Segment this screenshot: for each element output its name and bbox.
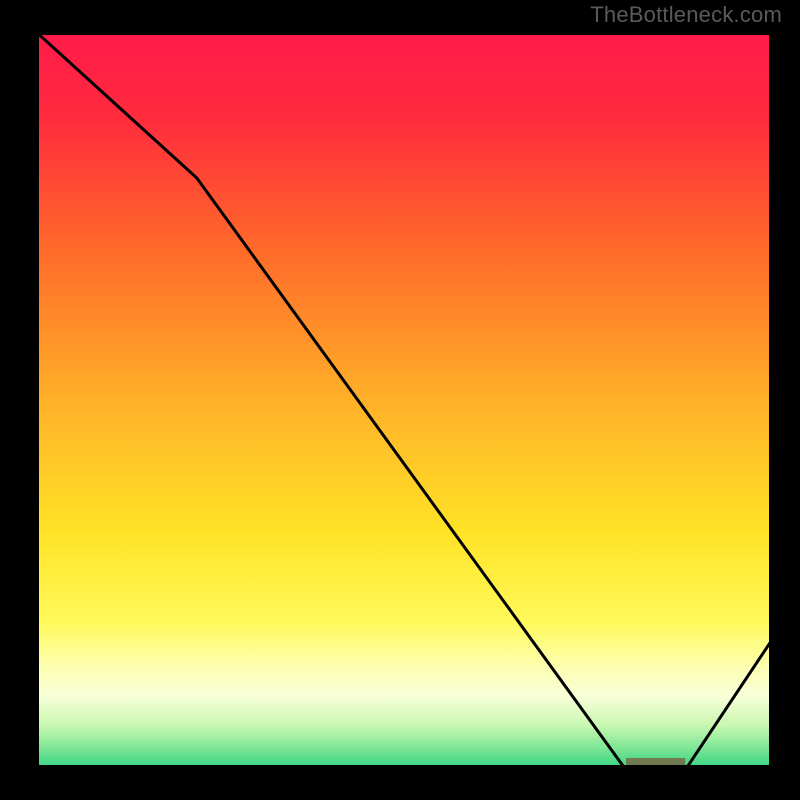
watermark-text: TheBottleneck.com bbox=[590, 2, 782, 28]
plot-area bbox=[34, 30, 774, 770]
curve-line bbox=[34, 30, 774, 770]
plot-inner bbox=[34, 30, 774, 770]
chart-frame: TheBottleneck.com bbox=[0, 0, 800, 800]
